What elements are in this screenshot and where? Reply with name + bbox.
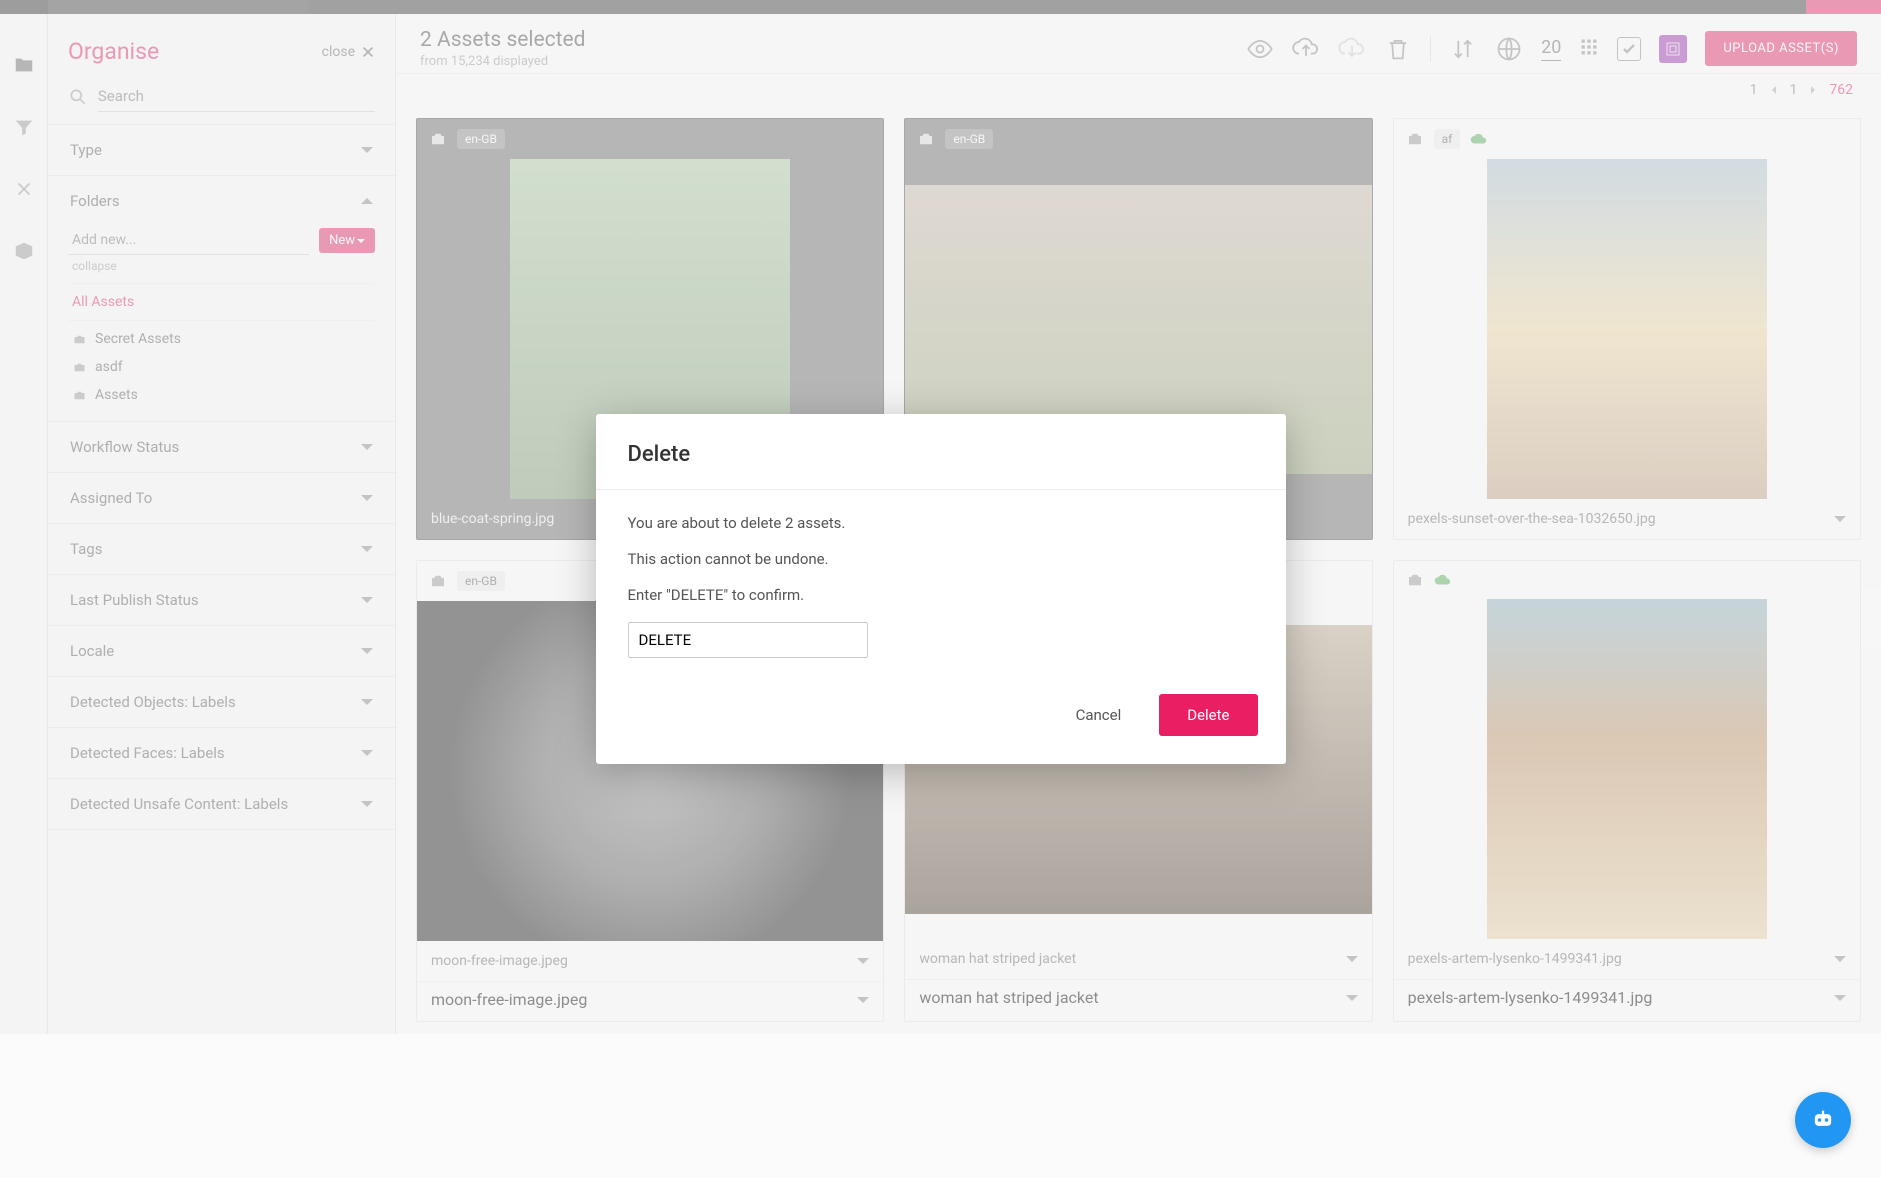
modal-message-1: You are about to delete 2 assets. [628, 514, 1254, 532]
chat-fab[interactable] [1795, 1092, 1851, 1148]
confirm-input[interactable] [628, 622, 868, 658]
modal-message-3: Enter "DELETE" to confirm. [628, 586, 1254, 604]
modal-title: Delete [628, 442, 1254, 467]
chat-bot-icon [1809, 1106, 1837, 1134]
modal-message-2: This action cannot be undone. [628, 550, 1254, 568]
delete-modal: Delete You are about to delete 2 assets.… [596, 414, 1286, 764]
delete-confirm-button[interactable]: Delete [1159, 694, 1257, 736]
cancel-button[interactable]: Cancel [1056, 694, 1142, 736]
